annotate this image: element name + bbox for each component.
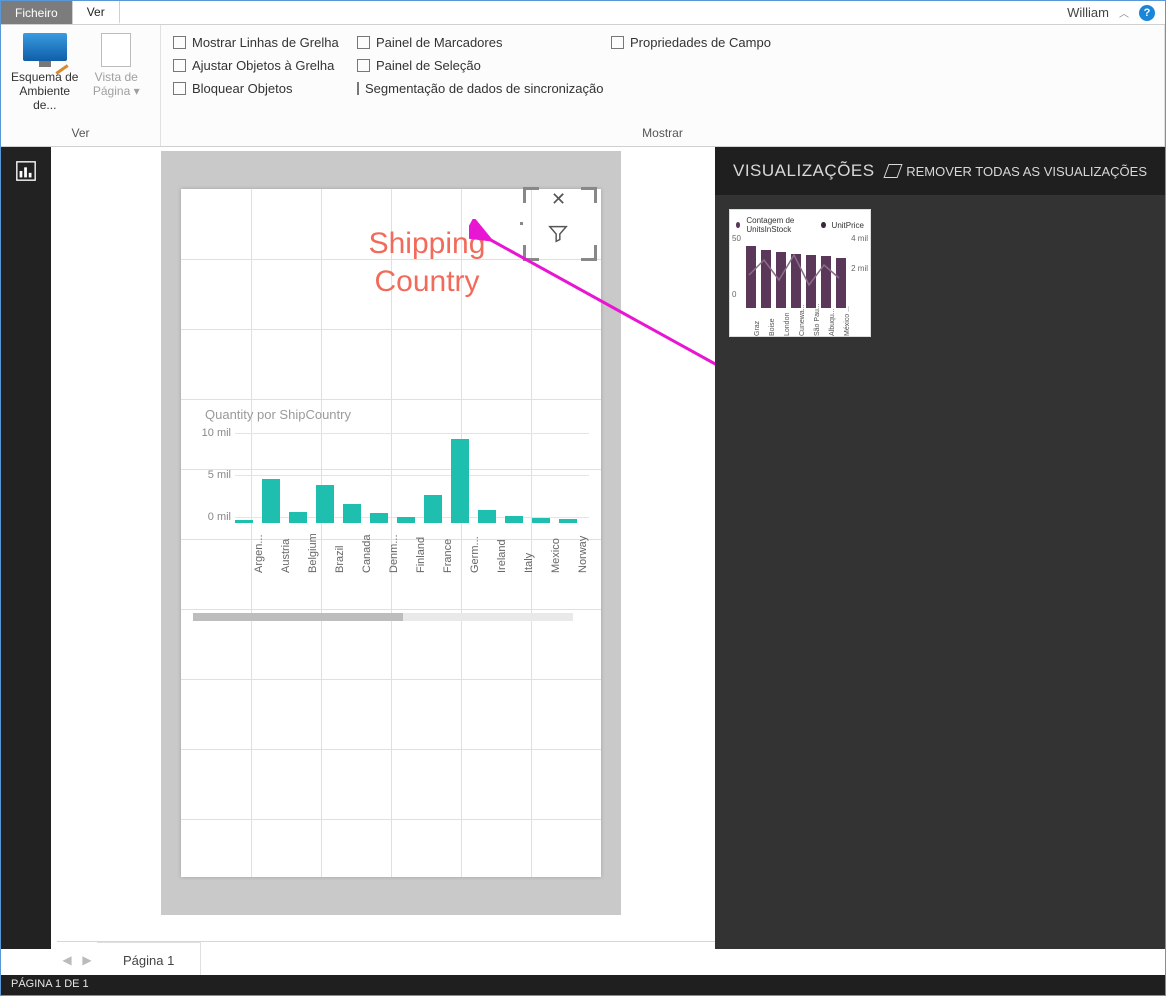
checkbox-icon [357, 36, 370, 49]
page-title-text[interactable]: Shipping Country [327, 225, 527, 300]
layout-view-button[interactable]: Esquema de Ambiente de... [9, 29, 81, 112]
bar[interactable] [478, 510, 496, 523]
page-tab-1[interactable]: Página 1 [97, 942, 201, 978]
thumb-y-tick: 0 [732, 290, 736, 299]
legend-dot-icon [821, 222, 825, 228]
bar-label: Finland [415, 537, 427, 573]
thumb-y-tick: 50 [732, 234, 741, 243]
left-rail [1, 147, 51, 949]
check-field-properties[interactable]: Propriedades de Campo [611, 35, 771, 50]
bar[interactable] [343, 504, 361, 523]
report-view-button[interactable] [1, 147, 51, 195]
bar-label: Ireland [496, 539, 508, 573]
thumb-bar-label: Cunewa... [799, 304, 806, 336]
filter-icon[interactable] [547, 223, 569, 245]
visualizations-pane: VISUALIZAÇÕES REMOVER TODAS AS VISUALIZA… [715, 147, 1165, 949]
visual-selection[interactable]: ✕ [523, 187, 597, 261]
eraser-icon [884, 164, 903, 178]
thumb-bar-label: Albuqu... [829, 308, 836, 336]
user-name: William [1067, 5, 1109, 20]
checkbox-icon [611, 36, 624, 49]
thumb-line [744, 230, 854, 300]
bar-label: Argen... [253, 534, 265, 573]
page-view-label: Vista de Página ▾ [81, 71, 153, 99]
chart-plot [235, 429, 589, 523]
bar[interactable] [316, 485, 334, 523]
bar-label: Denm... [388, 534, 400, 573]
monitor-icon [23, 33, 67, 61]
page-icon [101, 33, 131, 67]
checkbox-icon [357, 82, 359, 95]
checkbox-icon [357, 59, 370, 72]
bar-label: Belgium [307, 533, 319, 573]
bar[interactable] [235, 520, 253, 523]
status-bar: PÁGINA 1 DE 1 [1, 975, 1165, 995]
bar[interactable] [505, 516, 523, 523]
help-icon[interactable]: ? [1139, 5, 1155, 21]
bar[interactable] [424, 495, 442, 523]
thumb-bar-label: Graz [754, 321, 761, 336]
check-sync-slicers[interactable]: Segmentação de dados de sincronização [357, 81, 597, 96]
thumb-bar-label: México ... [844, 306, 851, 336]
check-bookmarks-pane[interactable]: Painel de Marcadores [357, 35, 597, 50]
bar[interactable] [397, 517, 415, 523]
thumb-bar-label: London [784, 313, 791, 336]
bar[interactable] [532, 518, 550, 523]
check-show-gridlines[interactable]: Mostrar Linhas de Grelha [173, 35, 343, 50]
checkbox-icon [173, 36, 186, 49]
ribbon-group-mostrar: Mostrar [169, 124, 1156, 144]
checkbox-icon [173, 59, 186, 72]
legend-dot-icon [736, 222, 740, 228]
chart-scrollbar[interactable] [193, 613, 573, 621]
bar-label: Germ... [469, 536, 481, 573]
page-view-button: Vista de Página ▾ [81, 29, 153, 99]
y-tick: 10 mil [193, 427, 231, 439]
tab-file[interactable]: Ficheiro [1, 1, 73, 24]
bar-label: France [442, 539, 454, 573]
remove-all-viz-button[interactable]: REMOVER TODAS AS VISUALIZAÇÕES [886, 164, 1147, 179]
y-tick: 0 mil [193, 511, 231, 523]
bar[interactable] [559, 519, 577, 523]
check-lock-objects[interactable]: Bloquear Objetos [173, 81, 343, 96]
bar[interactable] [370, 513, 388, 523]
bar-chart-icon [15, 160, 37, 182]
bar[interactable] [451, 439, 469, 523]
check-selection-pane[interactable]: Painel de Seleção [357, 58, 597, 73]
y-tick: 5 mil [193, 469, 231, 481]
collapse-ribbon-icon[interactable]: ︿ [1119, 5, 1129, 20]
report-canvas[interactable]: Shipping Country ✕ Quantity por ShipCoun… [51, 147, 715, 949]
tab-view[interactable]: Ver [73, 1, 120, 24]
bar-label: Norway [577, 536, 589, 573]
report-page[interactable]: Shipping Country ✕ Quantity por ShipCoun… [181, 189, 601, 877]
checkbox-icon [173, 82, 186, 95]
thumb-bar-label: São Pau... [814, 303, 821, 336]
chart-visual[interactable]: Quantity por ShipCountry 10 mil 5 mil 0 … [187, 407, 595, 577]
bar-label: Italy [523, 553, 535, 573]
bar-label: Mexico [550, 538, 562, 573]
page-tabs: ◀ ▶ Página 1 [57, 941, 715, 977]
bar[interactable] [262, 479, 280, 523]
page-prev-button[interactable]: ◀ [57, 953, 77, 967]
close-icon[interactable]: ✕ [551, 189, 566, 210]
page-next-button[interactable]: ▶ [77, 953, 97, 967]
thumb-bar-label: Boise [769, 318, 776, 336]
check-snap-to-grid[interactable]: Ajustar Objetos à Grelha [173, 58, 343, 73]
bar-label: Austria [280, 539, 292, 573]
bar[interactable] [289, 512, 307, 523]
chart-title: Quantity por ShipCountry [187, 407, 595, 422]
ribbon-group-ver: Ver [9, 124, 152, 144]
bar-label: Canada [361, 534, 373, 573]
layout-view-label: Esquema de Ambiente de... [9, 71, 81, 112]
bar-label: Brazil [334, 545, 346, 573]
scroll-thumb[interactable] [193, 613, 403, 621]
viz-thumbnail[interactable]: Contagem de UnitsInStock UnitPrice 50 0 … [729, 209, 871, 337]
viz-pane-title: VISUALIZAÇÕES [733, 161, 875, 181]
